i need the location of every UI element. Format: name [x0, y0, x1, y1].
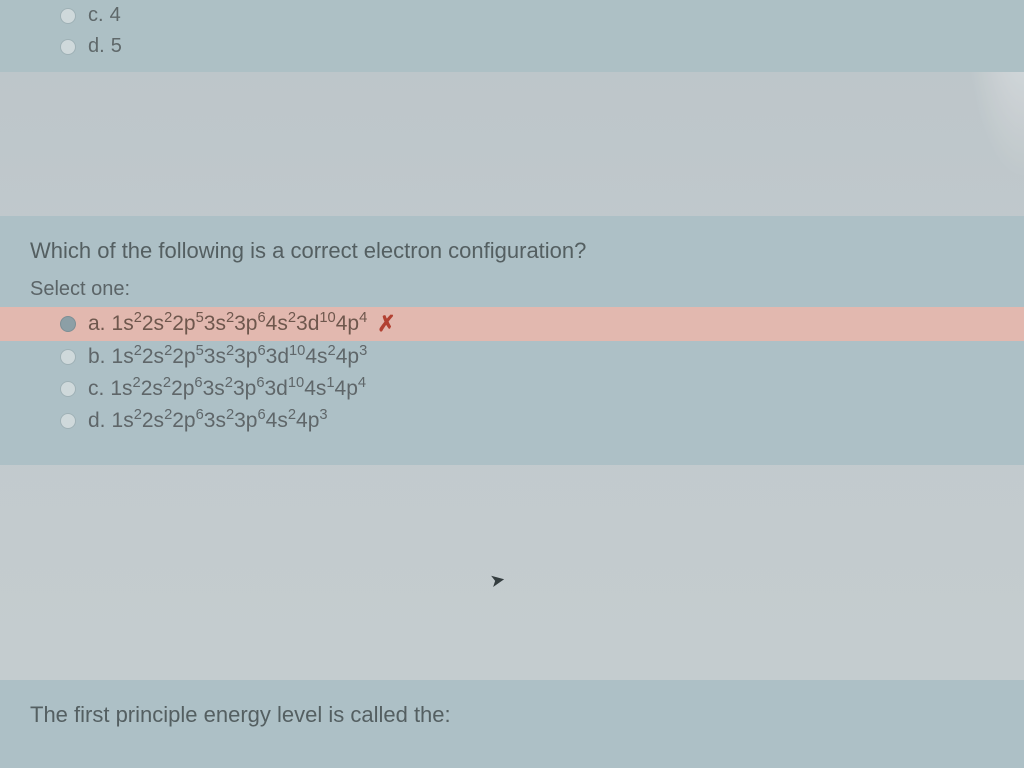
option-row-d[interactable]: d. 1s22s22p63s23p64s24p3: [0, 405, 1024, 437]
option-letter: d.: [88, 409, 106, 433]
option-row-c[interactable]: c. 1s22s22p63s23p63d104s14p4: [0, 373, 1024, 405]
radio-icon[interactable]: [60, 381, 76, 397]
previous-question-card: c. 4 d. 5: [0, 0, 1024, 72]
question-prompt: Which of the following is a correct elec…: [0, 232, 1024, 278]
option-row-a[interactable]: a. 1s22s22p53s23p64s23d104p4 ✗: [0, 307, 1024, 341]
radio-icon[interactable]: [60, 316, 76, 332]
radio-icon[interactable]: [60, 413, 76, 429]
wrong-mark-icon: ✗: [377, 311, 395, 337]
select-one-label: Select one:: [0, 278, 1024, 307]
option-row-b[interactable]: b. 1s22s22p53s23p63d104s24p3: [0, 341, 1024, 373]
question-prompt: The first principle energy level is call…: [0, 696, 1024, 742]
option-text: 4: [110, 4, 121, 27]
electron-config: 1s22s22p53s23p64s23d104p4: [112, 312, 368, 336]
radio-icon[interactable]: [60, 349, 76, 365]
option-text: 5: [111, 35, 122, 58]
option-letter: d.: [88, 35, 105, 58]
electron-config: 1s22s22p63s23p63d104s14p4: [110, 377, 366, 401]
prev-option-c[interactable]: c. 4: [0, 0, 1024, 31]
electron-config: 1s22s22p63s23p64s24p3: [112, 409, 328, 433]
mouse-cursor-icon: ➤: [488, 569, 507, 592]
radio-icon[interactable]: [60, 8, 76, 24]
option-list: a. 1s22s22p53s23p64s23d104p4 ✗ b. 1s22s22p…: [0, 307, 1024, 437]
radio-icon[interactable]: [60, 39, 76, 55]
question-card-first-principle: The first principle energy level is call…: [0, 680, 1024, 768]
option-letter: c.: [88, 377, 104, 401]
option-letter: a.: [88, 312, 106, 336]
electron-config: 1s22s22p53s23p63d104s24p3: [112, 345, 368, 369]
question-card-electron-config: Which of the following is a correct elec…: [0, 216, 1024, 465]
prev-option-d[interactable]: d. 5: [0, 31, 1024, 62]
option-letter: c.: [88, 4, 104, 27]
option-letter: b.: [88, 345, 106, 369]
page: c. 4 d. 5 Which of the following is a co…: [0, 0, 1024, 768]
